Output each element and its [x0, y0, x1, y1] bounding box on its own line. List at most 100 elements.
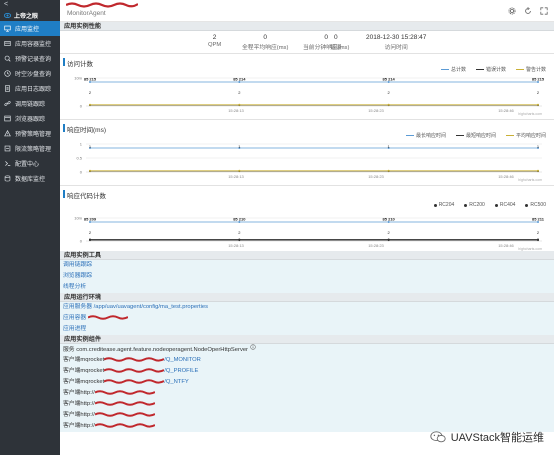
redacted-title [66, 2, 138, 8]
chart-svg: 10m 0 85 209 2 85 210 2 85 210 2 85 211 2 15:28:13… [74, 216, 545, 252]
point-top-label: 85 214 [233, 77, 246, 82]
x-tick-label: 15:28:23 [368, 174, 384, 179]
client-suffix: /Q_PROFILE [164, 368, 199, 374]
redacted-value [104, 357, 165, 362]
client-suffix: /Q_MONITOR [164, 357, 201, 363]
point-top-label: 85 215 [84, 77, 97, 82]
y-tick-label: 0 [80, 104, 83, 109]
sidebar-toggle[interactable]: < [0, 0, 60, 9]
chart-svg: 10.501 1 1 115:28:13 15:28:23 15:28:46highcha… [76, 142, 542, 183]
component-client: 客户端http:// [60, 388, 554, 399]
client-suffix: /Q_NTFY [164, 379, 189, 385]
x-tick-label: 15:28:23 [368, 243, 384, 248]
sidebar-item[interactable]: 时空沙盘查询 [0, 66, 60, 81]
x-tick-label: 15:28:13 [228, 243, 244, 248]
client-value: mqrocket [80, 379, 105, 385]
data-point [387, 169, 390, 172]
component-client: 客户端http:// [60, 399, 554, 410]
metric-value: 2 [212, 34, 217, 41]
metric: 0 当前分钟响应(ms) [303, 34, 349, 51]
redacted-value [104, 379, 165, 384]
tool-link[interactable]: 浏览器跟踪 [60, 271, 554, 282]
data-label: 2 [537, 90, 540, 95]
gear-icon[interactable] [508, 7, 516, 15]
point-top-label: 85 215 [532, 77, 545, 82]
sidebar-item[interactable]: 应用容器监控 [0, 36, 60, 51]
metric-value: 2018-12-30 15:28:47 [366, 34, 427, 41]
sidebar-item-label: 时空沙盘查询 [15, 72, 52, 78]
y-tick-label: 0 [80, 170, 83, 175]
performance-section-title: 应用实例性能 [60, 22, 554, 31]
chart-panel-visits: 访问计数 总计数 错误计数 警告计数 10m 0 85 215 2 85 214 2 85 214 2… [60, 53, 554, 119]
tool-link[interactable]: 调用链跟踪 [60, 260, 554, 271]
sidebar-item[interactable]: 应用日志跟踪 [0, 81, 60, 96]
data-point [537, 238, 539, 241]
client-label: 客户端 [63, 423, 81, 429]
x-tick-label: 15:28:23 [368, 108, 384, 113]
metric-label: 访问时间 [384, 45, 408, 51]
x-tick-label: 15:28:13 [228, 108, 244, 113]
tools-section-title: 应用实例工具 [60, 251, 554, 260]
config-icon [4, 160, 11, 167]
sidebar-item[interactable]: 浏览器跟踪 [0, 111, 60, 126]
container-icon [4, 40, 11, 47]
data-point [537, 103, 539, 106]
component-service: 服务 com.creditease.agent.feature.nodeoper… [60, 344, 554, 355]
data-point [89, 169, 91, 172]
metric-label: QPM [208, 42, 222, 48]
sidebar-item[interactable]: 应用监控 [0, 21, 60, 36]
sidebar-item[interactable]: 数据库监控 [0, 171, 60, 186]
env-process-label: 应用进程 [63, 326, 87, 332]
chart-panel-codes: 响应代码计数 RC204 RC200 RC404 RC500 10m 0 85 209 2 85 … [60, 185, 554, 251]
x-tick-label: 15:28:13 [228, 174, 244, 179]
brand-watermark: UAVStack智能运维 [430, 429, 544, 445]
monitor-icon [4, 25, 11, 32]
chart-svg: 10m 0 85 215 2 85 214 2 85 214 2 85 215 2 15:28:13… [74, 76, 545, 117]
sidebar-item-label: 调用链跟踪 [15, 102, 46, 108]
component-service-value: com.creditease.agent.feature.nodeoperage… [76, 347, 248, 354]
metric: 0 全程平均响应(ms) [242, 34, 288, 51]
redacted-value [94, 423, 155, 428]
wechat-icon [430, 431, 446, 443]
alert-search-icon [4, 55, 11, 62]
data-point [238, 169, 241, 172]
info-icon[interactable] [249, 344, 256, 355]
env-section-title: 应用运行环境 [60, 293, 554, 302]
env-process[interactable]: 应用进程 [60, 324, 554, 335]
tool-link[interactable]: 线程分析 [60, 282, 554, 293]
metric-value: 0 [324, 34, 328, 41]
browser-icon [4, 115, 11, 122]
eye-icon [4, 12, 11, 19]
metric-value: 0 [263, 34, 267, 41]
link-icon [4, 100, 11, 107]
env-server[interactable]: 应用服务器 /app/uav/uavagent/config/ma_test.p… [60, 302, 554, 313]
x-tick-label: 15:28:46 [498, 243, 514, 248]
client-label: 客户端 [63, 412, 81, 418]
sidebar: < 上帝之眼 应用监控 应用容器监控预警记录查询 时空沙盘查询应用日志跟踪调用链跟踪… [0, 0, 60, 455]
metric-label: 当前分钟响应(ms) [303, 45, 350, 51]
sidebar-item-label: 预警记录查询 [15, 57, 52, 63]
y-tick-label: 1 [80, 142, 83, 147]
env-container[interactable]: 应用容器 [60, 313, 554, 324]
client-label: 客户端 [63, 357, 81, 363]
performance-metrics: 2 QPM 0 全程平均响应(ms) 0 当前分钟响应(ms) 0 错误 2018-12-30 … [60, 31, 554, 53]
top-bar: MonitorAgent [60, 0, 554, 22]
metric: 2018-12-30 15:28:47 访问时间 [366, 34, 426, 51]
x-tick-label: 15:28:46 [498, 108, 514, 113]
database-icon [4, 175, 11, 182]
expand-icon[interactable] [540, 7, 548, 15]
component-service-label: 服务 [63, 347, 75, 354]
sidebar-item[interactable]: 限流策略管理 [0, 141, 60, 156]
refresh-icon[interactable] [524, 7, 532, 15]
client-label: 客户端 [63, 401, 81, 407]
sidebar-item[interactable]: 配置中心 [0, 156, 60, 171]
sidebar-item[interactable]: 预警记录查询 [0, 51, 60, 66]
env-server-label: 应用服务器 [63, 304, 92, 310]
redacted-value [94, 412, 155, 417]
sidebar-header: 上帝之眼 [0, 9, 60, 21]
data-point [238, 103, 241, 106]
sidebar-item[interactable]: 调用链跟踪 [0, 96, 60, 111]
client-label: 客户端 [63, 368, 81, 374]
sidebar-item[interactable]: 预警策略管理 [0, 126, 60, 141]
data-label: 2 [388, 230, 391, 235]
